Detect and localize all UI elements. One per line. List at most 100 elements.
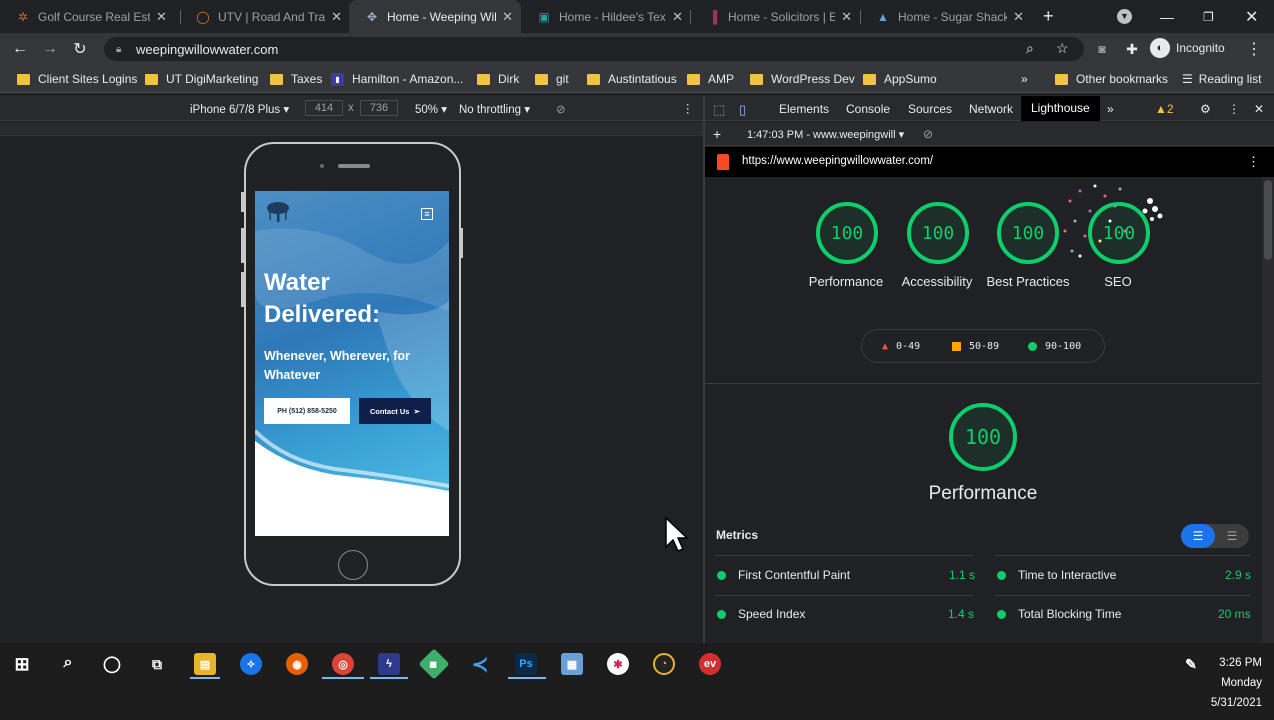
control-panel-icon[interactable]: ▦	[561, 653, 583, 675]
forward-button[interactable]: →	[40, 39, 60, 59]
tab-hildees[interactable]: ▣ Home - Hildee's Texas ✕	[521, 0, 691, 33]
file-explorer-icon[interactable]: ▤	[194, 653, 216, 675]
task-view-icon[interactable]: ⧉	[146, 653, 168, 675]
bookmark-item[interactable]: Client Sites Logins	[17, 72, 137, 86]
tab-weeping-willow[interactable]: ✥ Home - Weeping Willow ✕	[349, 0, 521, 33]
height-input[interactable]: 736	[360, 100, 398, 116]
sourcetree-icon[interactable]: ϟ	[378, 653, 400, 675]
safari-icon[interactable]: ✧	[240, 653, 262, 675]
incognito-badge[interactable]: ◐ Incognito	[1150, 38, 1225, 58]
metric-fcp: First Contentful Paint	[717, 568, 850, 582]
tab-utv[interactable]: ◯ UTV | Road And Track ✕	[180, 0, 350, 33]
bookmark-item[interactable]: ▮ Hamilton - Amazon...	[331, 72, 463, 86]
compact-view-icon[interactable]: ☰	[1181, 524, 1215, 548]
score-legend: ▲ 0-49 50-89 90-100	[861, 329, 1105, 363]
bookmark-item[interactable]: Taxes	[270, 72, 322, 86]
device-select[interactable]: iPhone 6/7/8 Plus ▾	[190, 102, 289, 116]
gauge-best-practices[interactable]: 100	[997, 202, 1059, 264]
minimize-button[interactable]: —	[1160, 0, 1174, 33]
close-icon[interactable]: ✕	[502, 9, 513, 25]
reload-button[interactable]: ↻	[70, 39, 90, 59]
pen-icon[interactable]: ✎	[1180, 653, 1202, 675]
zoom-icon[interactable]: ⌕	[1026, 40, 1034, 57]
devtools-more-icon[interactable]: ⋮	[1228, 102, 1240, 116]
close-icon[interactable]: ✕	[156, 9, 167, 25]
device-more-icon[interactable]: ⋮	[682, 101, 694, 115]
vscode-icon[interactable]: ≺	[469, 653, 491, 676]
restore-button[interactable]: ❐	[1203, 0, 1214, 33]
bookmarks-overflow-icon[interactable]: »	[1021, 72, 1028, 86]
new-report-icon[interactable]: +	[713, 126, 721, 142]
camera-icon[interactable]: ◙	[1092, 39, 1112, 59]
chevron-down-icon: ▼	[1117, 9, 1132, 24]
tab-sugar-shack[interactable]: ▲ Home - Sugar Shack B ✕	[860, 0, 1032, 33]
performance-heading: Performance	[928, 483, 1038, 504]
more-icon[interactable]: ⋮	[1244, 39, 1264, 59]
folder-icon	[17, 73, 30, 85]
inspect-icon[interactable]: ⬚	[713, 102, 725, 118]
hamburger-menu-icon[interactable]: ≡	[421, 208, 433, 220]
scrollbar-thumb[interactable]	[1264, 180, 1272, 260]
bookmark-item[interactable]: UT DigiMarketing	[145, 72, 258, 86]
devtools-tab-lighthouse[interactable]: Lighthouse	[1021, 96, 1100, 121]
devtools-tab-network[interactable]: Network	[969, 102, 1013, 116]
close-icon[interactable]: ✕	[1013, 9, 1024, 25]
slack-icon[interactable]: ✱	[607, 653, 629, 675]
incognito-icon: ◐	[1150, 38, 1170, 58]
report-url[interactable]: https://www.weepingwillowwater.com/	[742, 155, 933, 167]
gauge-accessibility[interactable]: 100	[907, 202, 969, 264]
devtools-tab-console[interactable]: Console	[846, 102, 890, 116]
windows-start-icon[interactable]: ⊞	[11, 653, 33, 675]
reading-list[interactable]: ☰ Reading list	[1182, 72, 1261, 86]
new-tab-button[interactable]: +	[1043, 0, 1054, 33]
photoshop-icon[interactable]: Ps	[515, 653, 537, 675]
bookmark-item[interactable]: AppSumo	[863, 72, 937, 86]
phone-button[interactable]: PH (512) 858-5250	[264, 398, 350, 424]
more-tabs-icon[interactable]: »	[1107, 102, 1114, 116]
chrome-icon[interactable]: ◎	[332, 653, 354, 675]
rotate-icon[interactable]: ⊘	[556, 102, 566, 116]
devtools-tab-sources[interactable]: Sources	[908, 102, 952, 116]
expressvpn-icon[interactable]: ev	[699, 653, 721, 675]
other-bookmarks[interactable]: Other bookmarks	[1055, 72, 1168, 86]
system-clock[interactable]: 3:26 PM Monday 5/31/2021	[1200, 653, 1262, 713]
tab-solicitors[interactable]: ▐ Home - Solicitors | Est ✕	[690, 0, 860, 33]
clear-icon[interactable]: ⊘	[923, 127, 933, 141]
report-select[interactable]: 1:47:03 PM - www.weepingwill ▾	[747, 128, 904, 141]
tab-golf-course[interactable]: ✲ Golf Course Real Estate ✕	[0, 0, 180, 33]
bookmark-item[interactable]: AMP	[687, 72, 734, 86]
close-icon[interactable]: ✕	[672, 9, 683, 25]
firefox-icon[interactable]: ◉	[286, 653, 308, 675]
bookmark-item[interactable]: Austintatious	[587, 72, 677, 86]
cortana-icon[interactable]: ◯	[101, 653, 123, 675]
close-icon[interactable]: ✕	[841, 9, 852, 25]
extensions-icon[interactable]: ✚	[1122, 39, 1142, 59]
tab-search-button[interactable]: ▼	[1117, 0, 1132, 33]
gauge-performance[interactable]: 100	[816, 202, 878, 264]
report-menu-icon[interactable]: ⋮	[1247, 154, 1260, 170]
bookmark-item[interactable]: Dirk	[477, 72, 519, 86]
settings-gear-icon[interactable]: ⚙	[1200, 102, 1211, 116]
close-icon[interactable]: ✕	[331, 9, 342, 25]
device-toggle-icon[interactable]: ▯	[739, 102, 746, 118]
devtools-tab-elements[interactable]: Elements	[779, 102, 829, 116]
throttling-select[interactable]: No throttling ▾	[459, 102, 530, 116]
expanded-view-icon[interactable]: ☰	[1215, 524, 1249, 548]
metrics-view-toggle[interactable]: ☰ ☰	[1181, 524, 1249, 548]
zoom-select[interactable]: 50% ▾	[415, 102, 447, 116]
bookmark-item[interactable]: WordPress Dev	[750, 72, 855, 86]
devtools-close-icon[interactable]: ✕	[1254, 102, 1264, 116]
bookmark-label: Hamilton - Amazon...	[352, 72, 464, 86]
warning-badge[interactable]: ▲2	[1155, 102, 1174, 116]
circle-favicon-icon: ◯	[196, 9, 210, 24]
star-icon[interactable]: ☆	[1056, 40, 1069, 57]
search-icon[interactable]: ⌕	[57, 652, 79, 674]
close-window-button[interactable]: ✕	[1245, 0, 1258, 33]
contact-us-button[interactable]: Contact Us ➢	[359, 398, 431, 424]
metric-name: Time to Interactive	[1018, 568, 1117, 582]
back-button[interactable]: ←	[10, 39, 30, 59]
address-bar[interactable]: 🔒︎ weepingwillowwater.com ⌕ ☆	[104, 37, 1084, 61]
bookmark-item[interactable]: git	[535, 72, 569, 86]
width-input[interactable]: 414	[305, 100, 343, 116]
gauge-app-icon[interactable]: ◔	[653, 653, 675, 675]
